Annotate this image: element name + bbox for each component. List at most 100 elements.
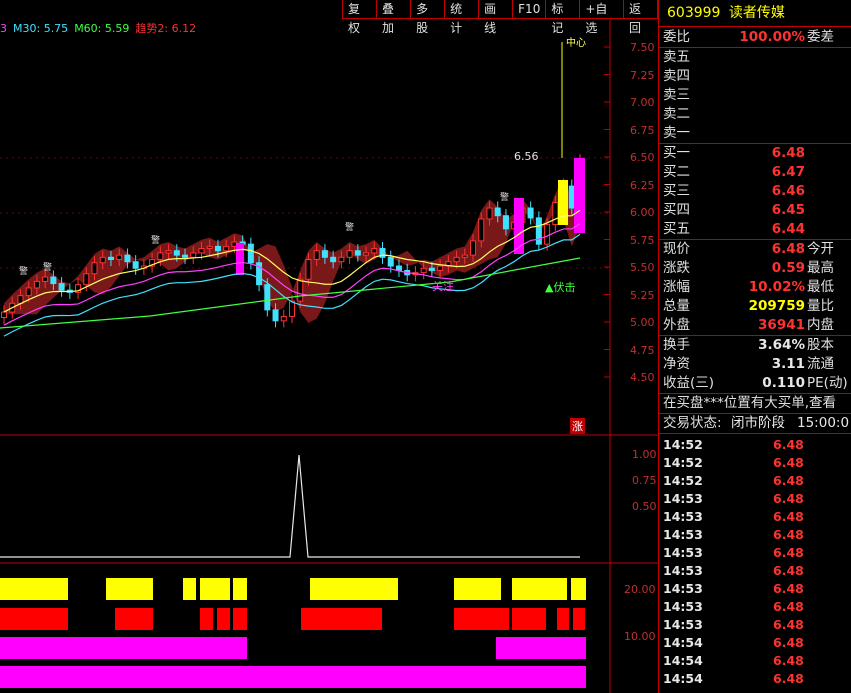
- tick-price: 6.48: [773, 599, 804, 614]
- ma-legend-item: 趋势2: 6.12: [135, 22, 197, 35]
- tick-row[interactable]: 14:53 6.48: [659, 508, 851, 526]
- signal-strip-red: [573, 608, 585, 630]
- trade-status-label: 交易状态:: [663, 415, 722, 431]
- warn-icon: 警: [500, 193, 510, 203]
- ma-legend-item: M60: 5.59: [74, 22, 130, 35]
- toolbar-button[interactable]: 统计: [444, 0, 480, 35]
- quote-row-value: 6.48: [771, 241, 805, 257]
- tick-row[interactable]: 14:54 6.48: [659, 652, 851, 670]
- signal-strip-yellow: [512, 578, 567, 600]
- tick-row[interactable]: 14:54 6.48: [659, 670, 851, 688]
- tick-row[interactable]: 14:53 6.48: [659, 562, 851, 580]
- tick-price: 6.48: [773, 491, 804, 506]
- sell-level-label: 卖二: [663, 106, 690, 122]
- candle-body: [124, 254, 131, 263]
- tick-row[interactable]: 14:53 6.48: [659, 580, 851, 598]
- tick-time: 14:54: [663, 671, 703, 686]
- candle-body: [17, 295, 24, 304]
- price-tick-label: 6.50: [630, 151, 655, 164]
- tick-row[interactable]: 14:54 6.48: [659, 634, 851, 652]
- toolbar-button[interactable]: 返回: [623, 0, 659, 35]
- tick-price: 6.48: [773, 653, 804, 668]
- tick-time: 14:52: [663, 437, 703, 452]
- signal-strip-red: [0, 608, 68, 630]
- buy-level: 买四 6.45: [659, 201, 851, 220]
- weibi-label: 委比: [663, 29, 690, 45]
- fundamental-row-value: 0.110: [762, 375, 805, 391]
- tick-row[interactable]: 14:52 6.48: [659, 454, 851, 472]
- tick-row[interactable]: 14:52 6.48: [659, 436, 851, 454]
- buy-level-label: 买三: [663, 183, 690, 199]
- signal-strip-red: [301, 608, 382, 630]
- quote-row-value: 36941: [758, 317, 805, 333]
- kline-chart[interactable]: [0, 0, 658, 693]
- buy-level: 买一 6.48: [659, 144, 851, 163]
- tick-row[interactable]: 14:52 6.48: [659, 472, 851, 490]
- signal-strip-yellow: [310, 578, 398, 600]
- tick-time: 14:52: [663, 473, 703, 488]
- tick-price: 6.48: [773, 581, 804, 596]
- trade-status-value: 闭市阶段: [731, 415, 785, 431]
- fundamental-row-label: 净资: [663, 356, 690, 372]
- fundamental-row-label2: 流通: [807, 356, 834, 372]
- fundamental-row: 净资 3.11 流通: [659, 355, 851, 374]
- tick-price: 6.48: [773, 437, 804, 452]
- quote-row-label: 外盘: [663, 317, 690, 333]
- guanzhu-label: 关注: [432, 280, 454, 293]
- candle-body: [305, 258, 312, 280]
- volume-tick-label: 20.00: [624, 583, 656, 596]
- candle-body: [486, 207, 493, 220]
- signal-strip-yellow: [200, 578, 230, 600]
- toolbar-button[interactable]: 标记: [545, 0, 581, 35]
- tick-row[interactable]: 14:53 6.48: [659, 544, 851, 562]
- candle-body: [313, 250, 320, 260]
- tick-price: 6.48: [773, 563, 804, 578]
- fundamental-row-label: 收益(三): [663, 375, 715, 391]
- fundamental-row: 收益(三) 0.110 PE(动): [659, 374, 851, 393]
- tick-time: 14:53: [663, 509, 703, 524]
- candle-body: [354, 250, 361, 256]
- candle-body: [264, 284, 271, 311]
- buy-level-value: 6.45: [771, 202, 805, 218]
- candle-body: [494, 207, 501, 217]
- candle-body: [83, 273, 90, 286]
- kline-chart-area[interactable]: 复权 叠加 多股 统计 画线 F10 标记 +自选 返回 3 M30: 5.75 M60: 5.59…: [0, 0, 659, 693]
- buy-level: 买三 6.46: [659, 182, 851, 201]
- buy-level-label: 买四: [663, 202, 690, 218]
- tick-time: 14:53: [663, 599, 703, 614]
- tick-price: 6.48: [773, 635, 804, 650]
- candle-body: [395, 265, 402, 271]
- tick-row[interactable]: 14:53 6.48: [659, 598, 851, 616]
- buy-level-value: 6.44: [771, 221, 805, 237]
- toolbar-button[interactable]: 多股: [410, 0, 446, 35]
- toolbar-button[interactable]: 叠加: [376, 0, 412, 35]
- candle-body: [371, 248, 378, 254]
- tick-price: 6.48: [773, 455, 804, 470]
- quote-row-label2: 今开: [807, 241, 834, 257]
- tick-time: 14:53: [663, 563, 703, 578]
- tick-row[interactable]: 14:53 6.48: [659, 490, 851, 508]
- notice-row[interactable]: 在买盘***位置有大买单,查看: [659, 394, 851, 413]
- price-tick-label: 4.75: [630, 343, 655, 357]
- candle-body: [99, 256, 106, 264]
- tick-row[interactable]: 14:53 6.48: [659, 616, 851, 634]
- signal-strip-yellow: [571, 578, 586, 600]
- stock-header[interactable]: 603999 读者传媒: [659, 0, 851, 27]
- toolbar-button[interactable]: 画线: [478, 0, 514, 35]
- tick-row[interactable]: 14:53 6.48: [659, 526, 851, 544]
- big-order-notice: 在买盘***位置有大买单,查看: [663, 395, 837, 411]
- tick-time: 14:53: [663, 491, 703, 506]
- candle-body: [182, 254, 189, 258]
- chart-toolbar: 复权 叠加 多股 统计 画线 F10 标记 +自选 返回: [342, 0, 659, 35]
- candle-body: [223, 245, 230, 252]
- quote-row: 总量 209759 量比: [659, 297, 851, 316]
- fundamental-row: 换手 3.64% 股本: [659, 336, 851, 355]
- toolbar-button[interactable]: 复权: [342, 0, 378, 35]
- trade-status-row: 交易状态: 闭市阶段 15:00:0: [659, 414, 851, 433]
- toolbar-button[interactable]: F10: [512, 0, 547, 19]
- candle-body: [544, 223, 551, 245]
- candle-body: [387, 256, 394, 267]
- toolbar-button[interactable]: +自选: [579, 0, 625, 35]
- tick-list[interactable]: 14:52 6.48 14:52 6.48 14:52 6.48 14:53 6.48 14:5…: [659, 434, 851, 688]
- candle-body: [437, 265, 444, 271]
